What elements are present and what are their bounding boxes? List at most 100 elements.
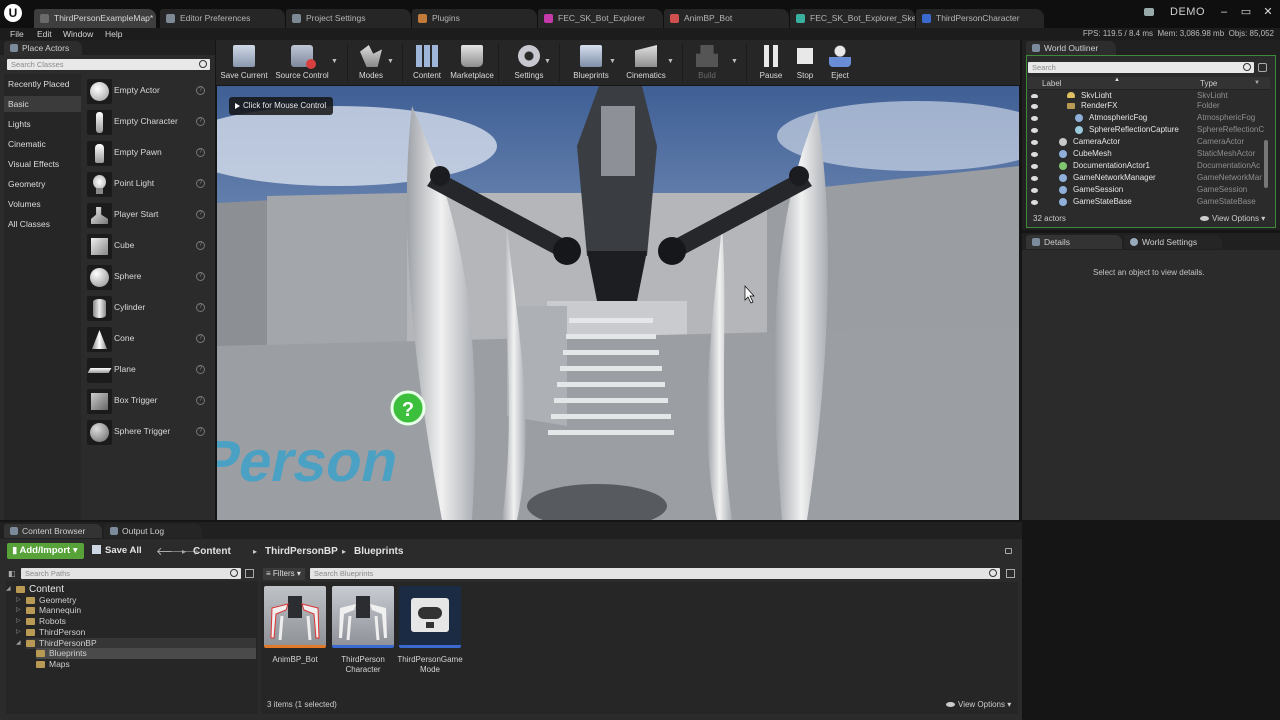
help-icon[interactable]: ?: [196, 179, 205, 188]
visibility-eye-icon[interactable]: [1031, 104, 1038, 109]
add-import-button[interactable]: ▮ Add/Import ▾: [7, 543, 84, 559]
visibility-eye-icon[interactable]: [1031, 188, 1038, 193]
cinematics-dropdown[interactable]: ▼: [667, 58, 674, 65]
asset-animbp-bot[interactable]: AnimBP_Bot: [262, 584, 328, 672]
source-control-button[interactable]: Source Control: [275, 43, 329, 83]
expand-arrow-icon[interactable]: ▷: [16, 605, 21, 616]
visibility-eye-icon[interactable]: [1031, 164, 1038, 169]
tab-plugins[interactable]: Plugins: [412, 9, 537, 28]
category-lights[interactable]: Lights: [8, 118, 31, 130]
marketplace-button[interactable]: Marketplace: [450, 43, 494, 83]
outliner-settings-icon[interactable]: [1258, 63, 1267, 72]
level-viewport[interactable]: rd Person ?: [217, 86, 1019, 520]
outliner-view-options[interactable]: View Options ▾: [1200, 214, 1265, 223]
column-dropdown-icon[interactable]: ▼: [1254, 80, 1260, 86]
help-icon[interactable]: ?: [196, 148, 205, 157]
mouse-control-hint[interactable]: Click for Mouse Control: [229, 97, 333, 115]
folder-tree-item[interactable]: ◢ Content: [6, 584, 64, 595]
modes-dropdown[interactable]: ▼: [387, 58, 394, 65]
settings-button[interactable]: Settings: [515, 43, 543, 83]
expand-arrow-icon[interactable]: ▷: [16, 627, 21, 638]
outliner-row[interactable]: AtmosphericFog AtmosphericFog: [1028, 112, 1272, 124]
outliner-row[interactable]: GameSession GameSession: [1028, 184, 1272, 196]
help-icon[interactable]: ?: [196, 427, 205, 436]
save-all-button[interactable]: Save All: [92, 543, 148, 559]
outliner-row[interactable]: GameNetworkManager GameNetworkMar: [1028, 172, 1272, 184]
expand-arrow-icon[interactable]: ▷: [16, 616, 21, 627]
tab-place-actors[interactable]: Place Actors: [4, 41, 82, 55]
actor-cylinder[interactable]: Cylinder?: [85, 294, 211, 323]
help-icon[interactable]: ?: [196, 365, 205, 374]
actor-sphere[interactable]: Sphere?: [85, 263, 211, 292]
tab-fec-sk-bot-explorer-skeleton[interactable]: FEC_SK_Bot_Explorer_Ske: [790, 9, 915, 28]
tab-content-browser[interactable]: Content Browser: [4, 524, 102, 538]
visibility-eye-icon[interactable]: [1031, 94, 1038, 98]
actor-empty-character[interactable]: Empty Character?: [85, 108, 211, 137]
blueprints-button[interactable]: Blueprints: [573, 43, 609, 83]
folder-tree-item[interactable]: Maps: [36, 659, 70, 670]
category-recently-placed[interactable]: Recently Placed: [8, 78, 69, 90]
search-classes-input[interactable]: Search Classes: [7, 59, 210, 70]
folder-tree-item[interactable]: Blueprints: [36, 648, 256, 660]
expand-arrow-icon[interactable]: ◢: [6, 584, 11, 595]
visibility-eye-icon[interactable]: [1031, 116, 1038, 121]
visibility-eye-icon[interactable]: [1031, 200, 1038, 205]
breadcrumb-thirdpersonbp[interactable]: ThirdPersonBP: [265, 546, 338, 557]
expand-arrow-icon[interactable]: ◢: [16, 638, 21, 649]
search-paths-input[interactable]: Search Paths: [21, 568, 241, 579]
tab-project-settings[interactable]: Project Settings: [286, 9, 411, 28]
actor-cube[interactable]: Cube?: [85, 232, 211, 261]
actor-sphere-trigger[interactable]: Sphere Trigger?: [85, 418, 211, 447]
settings-dropdown[interactable]: ▼: [544, 58, 551, 65]
outliner-row[interactable]: SphereReflectionCapture SphereReflectionC: [1028, 124, 1272, 136]
tab-thirdpersonexamplemap[interactable]: ThirdPersonExampleMap*: [34, 9, 156, 28]
breadcrumb-content[interactable]: Content: [193, 546, 231, 557]
breadcrumb-blueprints[interactable]: Blueprints: [354, 546, 403, 557]
blueprints-dropdown[interactable]: ▼: [609, 58, 616, 65]
build-button[interactable]: Build: [695, 43, 719, 83]
actor-empty-pawn[interactable]: Empty Pawn?: [85, 139, 211, 168]
outliner-row[interactable]: DocumentationActor1 DocumentationAc: [1028, 160, 1272, 172]
outliner-row[interactable]: GameStateBase GameStateBase: [1028, 196, 1272, 208]
visibility-eye-icon[interactable]: [1031, 152, 1038, 157]
unreal-logo-icon[interactable]: U: [4, 4, 22, 22]
minimize-button[interactable]: –: [1214, 4, 1234, 20]
actor-plane[interactable]: Plane?: [85, 356, 211, 385]
actor-player-start[interactable]: Player Start?: [85, 201, 211, 230]
outliner-row[interactable]: RenderFX Folder: [1028, 100, 1272, 112]
save-current-button[interactable]: Save Current: [220, 43, 268, 83]
folder-tree-item[interactable]: ◢ ThirdPersonBP: [16, 637, 256, 649]
actor-box-trigger[interactable]: Box Trigger?: [85, 387, 211, 416]
help-icon[interactable]: ?: [196, 303, 205, 312]
search-assets-input[interactable]: Search Blueprints: [310, 568, 1000, 579]
actor-empty-actor[interactable]: Empty Actor?: [85, 77, 211, 106]
menu-edit[interactable]: Edit: [37, 28, 52, 40]
visibility-eye-icon[interactable]: [1031, 128, 1038, 133]
menu-help[interactable]: Help: [105, 28, 122, 40]
help-icon[interactable]: ?: [196, 117, 205, 126]
menu-window[interactable]: Window: [63, 28, 93, 40]
category-basic[interactable]: Basic: [4, 96, 81, 112]
maximize-button[interactable]: ▭: [1236, 4, 1256, 20]
lock-icon[interactable]: [1005, 548, 1012, 554]
visibility-eye-icon[interactable]: [1031, 176, 1038, 181]
asset-thirdperson-character[interactable]: ThirdPerson Character: [332, 586, 394, 674]
paths-settings-icon[interactable]: [245, 569, 254, 578]
tab-output-log[interactable]: Output Log: [104, 524, 202, 538]
content-view-options[interactable]: View Options ▾: [946, 700, 1011, 709]
folder-tree-item[interactable]: ▷ ThirdPerson: [16, 627, 85, 638]
column-type[interactable]: Type: [1200, 79, 1217, 88]
column-label[interactable]: Label: [1042, 79, 1062, 88]
outliner-row[interactable]: CameraActor CameraActor: [1028, 136, 1272, 148]
eject-button[interactable]: Eject: [828, 43, 852, 83]
tab-fec-sk-bot-explorer[interactable]: FEC_SK_Bot_Explorer: [538, 9, 663, 28]
folder-tree-item[interactable]: ▷ Robots: [16, 616, 66, 627]
tab-editor-preferences[interactable]: Editor Preferences: [160, 9, 285, 28]
folder-tree-item[interactable]: ▷ Geometry: [16, 595, 76, 606]
visibility-eye-icon[interactable]: [1031, 140, 1038, 145]
tab-world-outliner[interactable]: World Outliner: [1026, 41, 1116, 55]
help-icon[interactable]: ?: [196, 210, 205, 219]
tab-thirdpersoncharacter[interactable]: ThirdPersonCharacter: [916, 9, 1044, 28]
help-icon[interactable]: ?: [196, 396, 205, 405]
modes-button[interactable]: Modes: [359, 43, 383, 83]
